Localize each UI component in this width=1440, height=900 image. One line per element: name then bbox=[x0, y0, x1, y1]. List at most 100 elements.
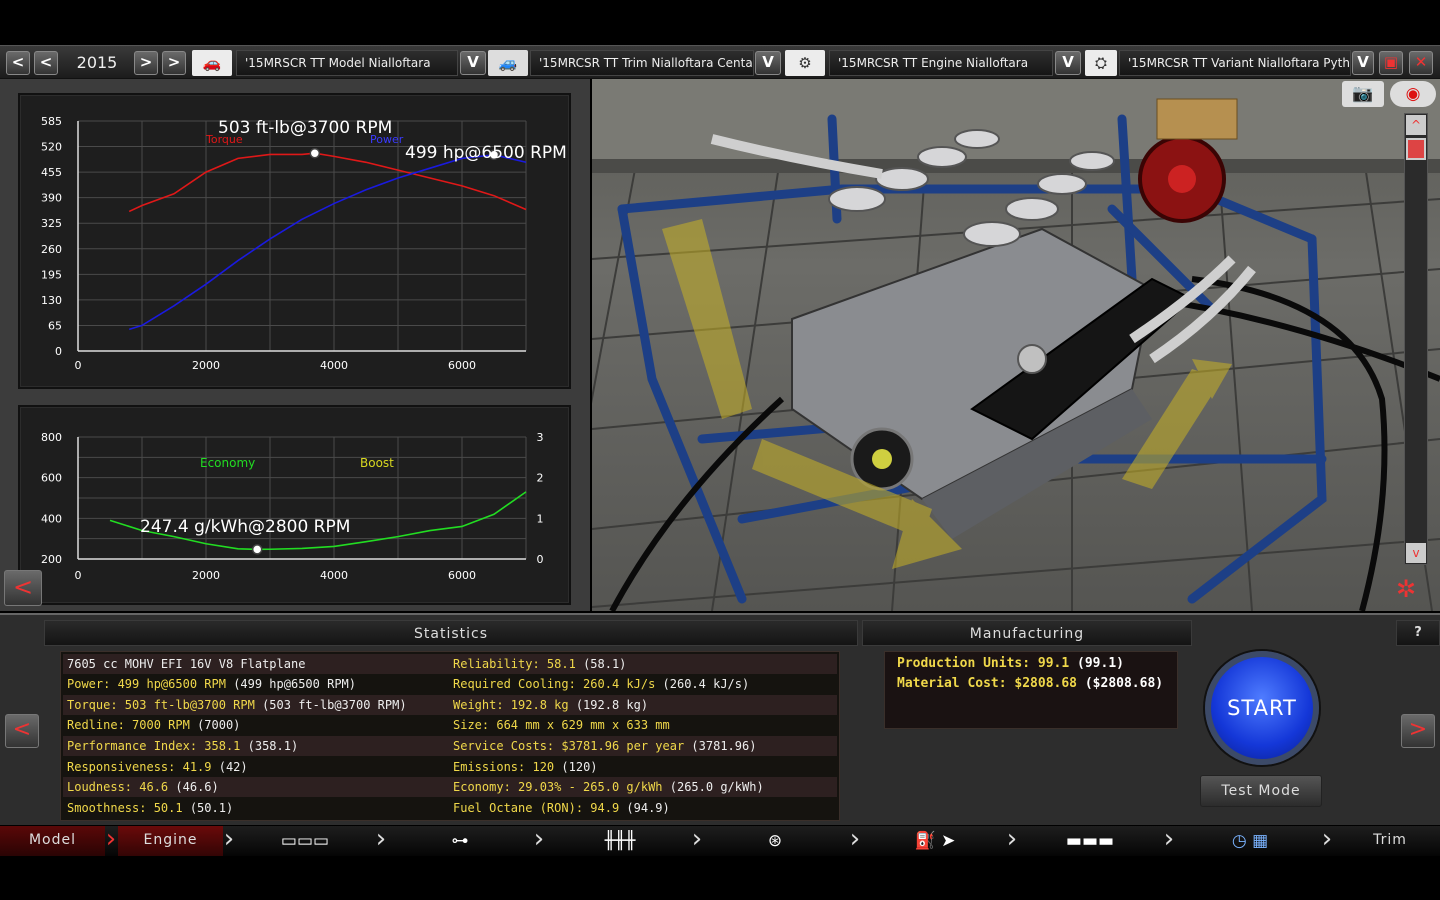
x-tick-label: 2000 bbox=[192, 359, 220, 372]
economy-legend: Economy bbox=[200, 456, 255, 470]
save-icon[interactable]: ▣ bbox=[1379, 51, 1403, 75]
chevron-right-icon: › bbox=[105, 824, 117, 854]
variant-select[interactable]: '15MRCSR TT Variant Nialloftara Python 7 bbox=[1119, 50, 1351, 76]
torque-peak-label: 503 ft-lb@3700 RPM bbox=[218, 118, 392, 138]
back-wall bbox=[592, 79, 1440, 169]
y-tick-label-right: 2 bbox=[537, 472, 544, 485]
help-button[interactable]: ? bbox=[1396, 620, 1440, 646]
model-dropdown-button[interactable]: V bbox=[460, 51, 486, 75]
y-tick-label-left: 200 bbox=[41, 553, 62, 566]
nav-heads-icon[interactable]: ╫╫╫ bbox=[585, 830, 655, 852]
variant-dropdown-button[interactable]: V bbox=[1352, 51, 1374, 75]
power-peak-label: 499 hp@6500 RPM bbox=[405, 143, 567, 163]
engine-render bbox=[592, 79, 1440, 611]
stat-fuel-octane: Fuel Octane (RON): 94.9 (94.9) bbox=[453, 801, 670, 815]
year-display: 2015 bbox=[76, 53, 118, 72]
manufacturing-list: Production Units: 99.1 (99.1) Material C… bbox=[884, 651, 1178, 729]
engine-select[interactable]: '15MRCSR TT Engine Nialloftara bbox=[829, 50, 1053, 76]
wall-trim bbox=[592, 159, 1440, 173]
y-tick-label: 455 bbox=[41, 166, 62, 179]
torque-peak-marker bbox=[309, 147, 321, 159]
test-mode-button[interactable]: Test Mode bbox=[1200, 775, 1322, 807]
y-tick-label-left: 800 bbox=[41, 431, 62, 444]
design-stage-nav: Model › Engine › ▭▭▭ › ⊶ › ╫╫╫ › ⊛ › ⛽ ➤… bbox=[0, 826, 1440, 856]
prev-year-button[interactable]: < bbox=[34, 51, 58, 75]
y-tick-label: 195 bbox=[41, 268, 62, 281]
next-year-button[interactable]: > bbox=[134, 51, 158, 75]
nav-test-icon[interactable]: ◷ ▦ bbox=[1215, 830, 1285, 852]
y-tick-label: 130 bbox=[41, 294, 62, 307]
chevron-right-icon: › bbox=[1321, 824, 1333, 854]
flywheel-hub bbox=[1168, 165, 1196, 193]
economy-peak-marker bbox=[251, 544, 263, 555]
scroll-down-icon[interactable]: v bbox=[1406, 543, 1426, 563]
manufacturing-header: Manufacturing bbox=[862, 620, 1192, 646]
nav-fuel-icon[interactable]: ⛽ ➤ bbox=[895, 830, 975, 852]
first-year-button[interactable]: < bbox=[6, 51, 30, 75]
x-tick-label: 0 bbox=[75, 359, 82, 372]
x-tick-label: 0 bbox=[75, 569, 82, 582]
eye-icon[interactable]: ◉ bbox=[1390, 81, 1436, 107]
car-model-icon: 🚗 bbox=[192, 50, 232, 76]
graph-panel: 585 520 455 390 325 260 195 130 65 0 0 2000 4000 600… bbox=[0, 79, 590, 611]
boost-legend: Boost bbox=[360, 456, 394, 470]
statistics-list: 7605 cc MOHV EFI 16V V8 Flatplane Power:… bbox=[60, 651, 840, 821]
trim-dropdown-button[interactable]: V bbox=[755, 51, 781, 75]
torque-power-plot: 585 520 455 390 325 260 195 130 65 0 0 2000 4000 600… bbox=[41, 115, 567, 372]
power-curve bbox=[128, 154, 527, 331]
y-tick-label: 585 bbox=[41, 115, 62, 128]
engine-dropdown-button[interactable]: V bbox=[1055, 51, 1081, 75]
y-tick-label: 0 bbox=[55, 345, 62, 358]
y-tick-label-right: 3 bbox=[537, 431, 544, 444]
model-select[interactable]: '15MRSCR TT Model Nialloftara bbox=[236, 50, 458, 76]
chevron-right-icon: › bbox=[223, 824, 235, 854]
nav-turbo-icon[interactable]: ⊛ bbox=[745, 830, 805, 852]
chevron-right-icon: › bbox=[691, 824, 703, 854]
zoom-slider-handle[interactable] bbox=[1406, 138, 1426, 160]
reset-view-icon[interactable]: ✲ bbox=[1384, 573, 1428, 605]
statistics-header: Statistics bbox=[44, 620, 858, 646]
stat-loudness: Loudness: 46.6 (46.6) bbox=[67, 780, 219, 794]
nav-block-icon[interactable]: ▭▭▭ bbox=[270, 830, 340, 852]
camera-icon[interactable]: 📷 bbox=[1342, 81, 1384, 107]
next-section-button[interactable]: > bbox=[1401, 714, 1435, 748]
y-tick-label: 260 bbox=[41, 243, 62, 256]
stat-weight: Weight: 192.8 kg (192.8 kg) bbox=[453, 698, 649, 712]
y-tick-label: 65 bbox=[48, 319, 62, 332]
nav-trim[interactable]: Trim bbox=[1340, 826, 1440, 856]
nav-exhaust-icon[interactable]: ▬▬▬ bbox=[1050, 830, 1130, 852]
chevron-right-icon: › bbox=[375, 824, 387, 854]
engine-block-icon: ⚙ bbox=[785, 50, 825, 76]
material-cost: Material Cost: $2808.68 ($2808.68) bbox=[897, 676, 1164, 691]
nav-engine[interactable]: Engine bbox=[118, 826, 223, 856]
back-arrow-button[interactable]: < bbox=[4, 570, 42, 606]
nav-model[interactable]: Model bbox=[0, 826, 105, 856]
stat-service-costs: Service Costs: $3781.96 per year (3781.9… bbox=[453, 739, 757, 753]
chevron-right-icon: › bbox=[533, 824, 545, 854]
stat-smoothness: Smoothness: 50.1 (50.1) bbox=[67, 801, 234, 815]
zoom-scrollbar[interactable]: ^ v bbox=[1404, 113, 1428, 565]
engine-variant-icon: ⛭ bbox=[1085, 50, 1117, 76]
last-year-button[interactable]: > bbox=[162, 51, 186, 75]
crate bbox=[1156, 98, 1238, 140]
close-icon[interactable]: ✕ bbox=[1409, 51, 1433, 75]
production-units: Production Units: 99.1 (99.1) bbox=[897, 656, 1124, 671]
engine-3d-view[interactable]: 📷 ◉ ^ v ✲ bbox=[592, 79, 1440, 611]
stat-size: Size: 664 mm x 629 mm x 633 mm bbox=[453, 718, 670, 732]
trim-select[interactable]: '15MRCSR TT Trim Nialloftara Centauri Qu bbox=[530, 50, 754, 76]
economy-peak-label: 247.4 g/kWh@2800 RPM bbox=[140, 517, 350, 537]
y-tick-label: 390 bbox=[41, 192, 62, 205]
y-tick-label-left: 600 bbox=[41, 472, 62, 485]
prev-section-button[interactable]: < bbox=[5, 714, 39, 748]
x-tick-label: 6000 bbox=[448, 569, 476, 582]
economy-graph: 800 600 400 200 3210 0 2000 4000 6000 Economy … bbox=[18, 405, 571, 605]
stat-redline: Redline: 7000 RPM (7000) bbox=[67, 718, 241, 732]
scroll-up-icon[interactable]: ^ bbox=[1406, 115, 1426, 135]
x-tick-label: 6000 bbox=[448, 359, 476, 372]
start-button[interactable]: START bbox=[1205, 651, 1319, 765]
nav-crankshaft-icon[interactable]: ⊶ bbox=[430, 830, 490, 852]
stat-torque: Torque: 503 ft-lb@3700 RPM (503 ft-lb@37… bbox=[67, 698, 407, 712]
engine-designer-app: < < 2015 > > 🚗 '15MRSCR TT Model Niallof… bbox=[0, 0, 1440, 900]
y-tick-label-right: 0 bbox=[537, 553, 544, 566]
stat-economy: Economy: 29.03% - 265.0 g/kWh (265.0 g/k… bbox=[453, 780, 764, 794]
